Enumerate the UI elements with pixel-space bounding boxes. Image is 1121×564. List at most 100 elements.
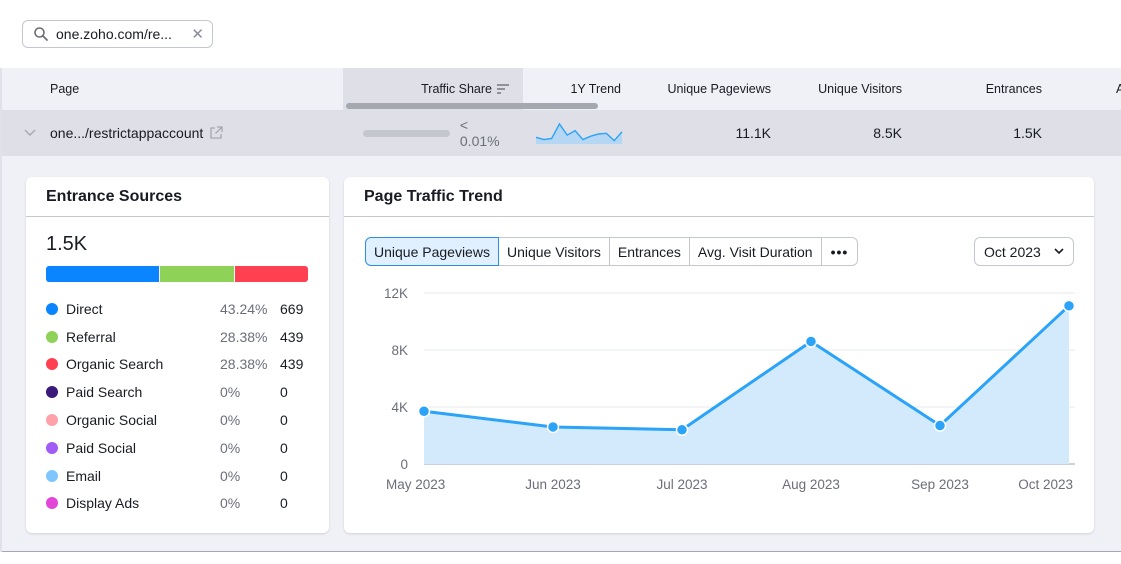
source-percent: 0% [220,439,241,456]
y-tick-label: 8K [391,343,408,358]
source-percent: 0% [220,384,241,401]
close-icon[interactable]: ✕ [191,27,204,42]
date-select-value: Oct 2023 [984,243,1041,260]
tab-unique-pageviews[interactable]: Unique Pageviews [365,237,499,266]
traffic-share-value: < 0.01% [459,117,500,149]
trend-sparkline-cell [535,110,625,156]
tab-avg-visit-duration[interactable]: Avg. Visit Duration [689,237,822,266]
traffic-share-cell: < 0.01% [363,110,511,156]
source-color-dot [46,302,58,315]
column-header-page[interactable]: Page [50,68,79,110]
source-name: Paid Search [66,384,143,401]
traffic-share-bar [363,129,450,137]
source-color-dot [46,414,58,427]
source-legend-item[interactable]: Organic Social 0% 0 [46,406,308,434]
entrance-sources-stacked-bar [46,266,308,282]
sparkline-area [536,124,622,144]
filter-search-chip[interactable]: one.zoho.com/re... ✕ [22,20,213,48]
entrance-sources-card: Entrance Sources 1.5K Direct 43.24% 669 … [26,177,329,533]
source-count: 0 [280,467,288,484]
source-color-dot [46,469,58,482]
source-count: 0 [280,412,288,429]
column-header-unique-pageviews[interactable]: Unique Pageviews [621,68,771,110]
page-url-cell[interactable]: one.../restrictappaccount [50,110,223,156]
source-bar-segment[interactable] [46,266,160,282]
source-name: Organic Social [66,412,158,429]
unique-pageviews-value: 11.1K [735,125,771,141]
chevron-down-icon [1054,248,1064,255]
source-color-dot [46,330,58,343]
source-name: Referral [66,328,116,345]
column-header-entrances[interactable]: Entrances [902,68,1042,110]
column-header-traffic-share-label: Traffic Share [421,82,492,96]
source-count: 669 [280,300,304,317]
entrances-value: 1.5K [1013,125,1042,141]
source-percent: 43.24% [220,300,268,317]
unique-visitors-value: 8.5K [873,125,902,141]
column-header-unique-visitors[interactable]: Unique Visitors [771,68,902,110]
page-url[interactable]: one.../restrictappaccount [50,125,203,141]
entrance-sources-legend: Direct 43.24% 669 Referral 28.38% 439 Or… [46,295,308,517]
source-count: 439 [280,356,304,373]
x-tick-label: Aug 2023 [782,477,840,492]
source-legend-item[interactable]: Email 0% 0 [46,462,308,490]
source-color-dot [46,358,58,371]
page-traffic-trend-card: Page Traffic Trend Unique Pageviews Uniqu… [344,177,1094,533]
source-legend-item[interactable]: Paid Search 0% 0 [46,378,308,406]
trend-sparkline [535,122,623,144]
x-tick-label: Sep 2023 [911,477,969,492]
source-count: 0 [280,439,288,456]
source-color-dot [46,441,58,454]
chevron-down-icon[interactable] [24,110,36,156]
entrance-sources-title: Entrance Sources [26,177,329,217]
source-legend-item[interactable]: Direct 43.24% 669 [46,295,308,323]
external-link-icon[interactable] [209,126,223,140]
search-value[interactable]: one.zoho.com/re... [56,26,191,42]
source-percent: 28.38% [220,356,268,373]
search-icon [34,27,48,41]
source-bar-segment[interactable] [233,266,308,282]
x-tick-label: Jun 2023 [525,477,581,492]
source-name: Organic Search [66,356,164,373]
source-color-dot [46,497,58,510]
row-details-panel: Entrance Sources 1.5K Direct 43.24% 669 … [2,156,1121,552]
table-row[interactable]: one.../restrictappaccount < 0.01% 11.1K … [2,110,1121,156]
source-name: Direct [66,300,103,317]
source-legend-item[interactable]: Organic Search 28.38% 439 [46,351,308,379]
tab-unique-visitors[interactable]: Unique Visitors [498,237,610,266]
source-name: Display Ads [66,495,140,512]
source-count: 0 [280,384,288,401]
tab-entrances[interactable]: Entrances [609,237,690,266]
column-header-cutoff[interactable]: A [1116,68,1121,110]
source-count: 0 [280,495,288,512]
source-percent: 0% [220,495,241,512]
data-point[interactable] [417,405,431,418]
page-traffic-trend-title: Page Traffic Trend [344,177,1094,217]
x-tick-label: May 2023 [386,477,445,492]
y-tick-label: 0 [400,457,408,472]
date-select[interactable]: Oct 2023 [974,237,1074,266]
source-color-dot [46,386,58,399]
source-percent: 28.38% [220,328,268,345]
source-legend-item[interactable]: Referral 28.38% 439 [46,323,308,351]
source-percent: 0% [220,467,241,484]
source-legend-item[interactable]: Paid Social 0% 0 [46,434,308,462]
entrance-sources-total: 1.5K [46,233,88,255]
more-tabs-button[interactable]: ••• [821,237,859,266]
source-legend-item[interactable]: Display Ads 0% 0 [46,490,308,518]
data-point[interactable] [546,420,560,434]
source-count: 439 [280,328,304,345]
data-point[interactable] [1062,299,1076,313]
source-percent: 0% [220,412,241,429]
data-point[interactable] [804,335,818,348]
metric-tabs: Unique Pageviews Unique Visitors Entrances… [365,237,859,266]
traffic-trend-chart: 0 4K 8K 12K May 2023 Jun 2023 Jul 2023 Aug 2023… [384,286,1076,492]
data-point[interactable] [933,419,947,432]
horizontal-scrollbar[interactable] [346,103,598,109]
sort-descending-icon[interactable] [497,84,509,94]
x-tick-label: Jul 2023 [656,477,707,492]
y-tick-label: 12K [384,286,408,301]
y-tick-label: 4K [391,400,408,415]
source-bar-segment[interactable] [159,266,234,282]
data-point[interactable] [675,423,689,437]
